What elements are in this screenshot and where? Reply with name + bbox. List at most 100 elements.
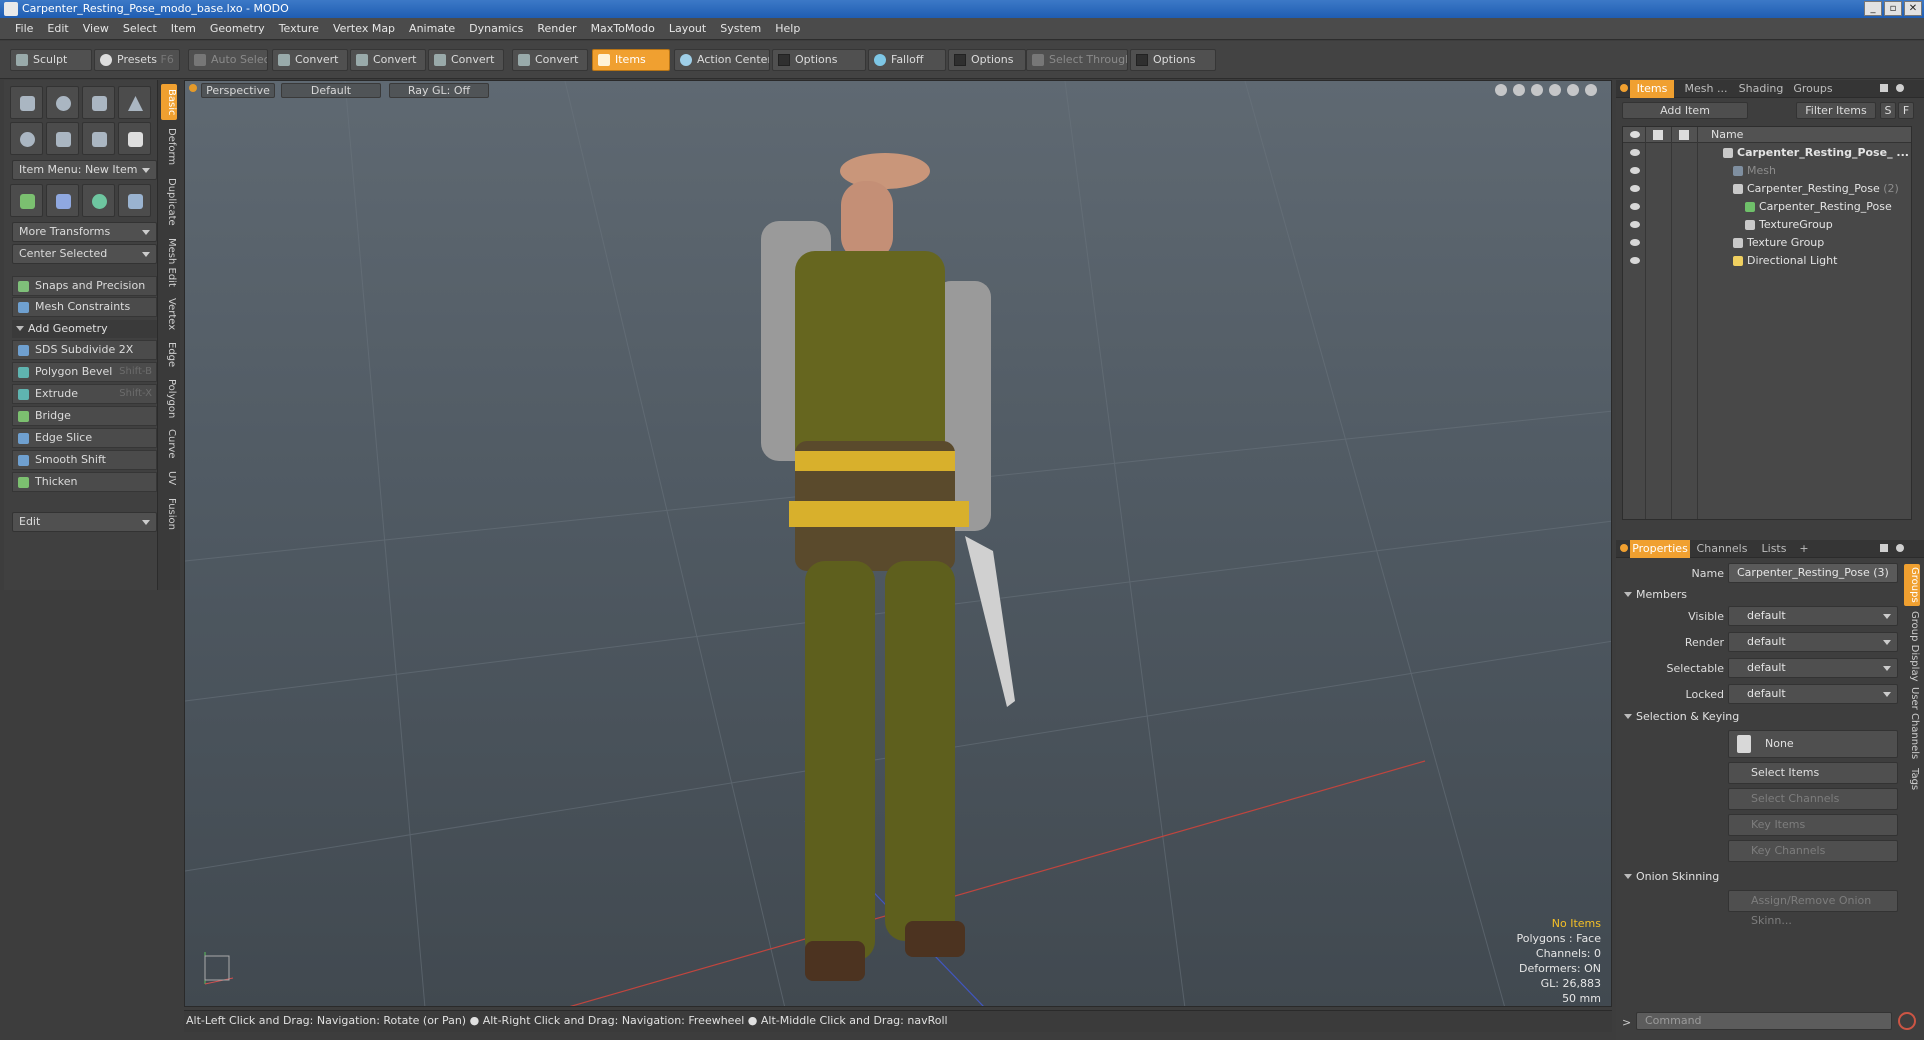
f-toggle-button[interactable]: F <box>1898 102 1914 119</box>
move-icon[interactable] <box>10 184 43 217</box>
select-through-button[interactable]: Select Through <box>1026 49 1128 71</box>
expand-icon[interactable] <box>1880 544 1888 552</box>
eye-icon[interactable] <box>1630 203 1640 210</box>
sds-subdivide-button[interactable]: SDS Subdivide 2X <box>12 340 157 360</box>
key-items-button[interactable]: Key Items <box>1728 814 1898 836</box>
sphere-icon[interactable] <box>46 86 79 119</box>
edge-slice-button[interactable]: Edge Slice <box>12 428 157 448</box>
add-item-button[interactable]: Add Item <box>1622 102 1748 119</box>
action-center-options-button[interactable]: Options <box>772 49 866 71</box>
tab-vertex[interactable]: Vertex <box>161 294 177 334</box>
polygon-bevel-button[interactable]: Polygon Bevel Shift-B <box>12 362 157 382</box>
scale-icon[interactable] <box>118 184 151 217</box>
menu-geometry[interactable]: Geometry <box>203 22 272 35</box>
carpenter-model[interactable] <box>761 153 1015 981</box>
tab-mesh-edit[interactable]: Mesh Edit <box>161 234 177 290</box>
viewport-menu-icon[interactable] <box>189 84 197 92</box>
convert-polygon-button[interactable]: Convert <box>428 49 504 71</box>
cone-icon[interactable] <box>118 86 151 119</box>
tab-groups-vertical[interactable]: Groups <box>1904 564 1920 606</box>
select-channels-button[interactable]: Select Channels <box>1728 788 1898 810</box>
selectable-select[interactable]: default <box>1728 658 1898 678</box>
item-row[interactable]: Carpenter_Resting_Pose <box>1623 198 1911 216</box>
menu-texture[interactable]: Texture <box>272 22 326 35</box>
extrude-button[interactable]: Extrude Shift-X <box>12 384 157 404</box>
orbit-icon[interactable] <box>1513 84 1525 96</box>
select-through-options-button[interactable]: Options <box>1130 49 1216 71</box>
name-field[interactable]: Carpenter_Resting_Pose (3) <box>1728 563 1898 583</box>
tab-polygon[interactable]: Polygon <box>161 376 177 422</box>
item-row[interactable]: Carpenter_Resting_Pose (2) <box>1623 180 1911 198</box>
command-input[interactable]: Command <box>1636 1012 1892 1030</box>
chevron-right-icon[interactable] <box>1585 84 1597 96</box>
falloff-button[interactable]: Falloff <box>868 49 946 71</box>
bridge-button[interactable]: Bridge <box>12 406 157 426</box>
gear-icon[interactable] <box>1896 84 1904 92</box>
none-button[interactable]: None <box>1728 730 1898 758</box>
tab-user-channels[interactable]: User Channels <box>1904 686 1920 760</box>
key-channels-button[interactable]: Key Channels <box>1728 840 1898 862</box>
thicken-button[interactable]: Thicken <box>12 472 157 492</box>
menu-edit[interactable]: Edit <box>40 22 75 35</box>
tab-shading[interactable]: Shading <box>1736 80 1786 98</box>
action-center-button[interactable]: Action Center <box>674 49 770 71</box>
menu-select[interactable]: Select <box>116 22 164 35</box>
assign-onion-button[interactable]: Assign/Remove Onion Skinn... <box>1728 890 1898 927</box>
grid-icon[interactable] <box>46 184 79 217</box>
tab-basic[interactable]: Basic <box>161 84 177 120</box>
eye-icon[interactable] <box>1630 221 1640 228</box>
item-row[interactable]: Mesh <box>1623 162 1911 180</box>
3d-viewport[interactable]: Perspective Default Ray GL: Off No Items… <box>184 80 1612 1007</box>
eye-icon[interactable] <box>1630 239 1640 246</box>
menu-layout[interactable]: Layout <box>662 22 713 35</box>
item-row[interactable]: Carpenter_Resting_Pose_ ... <box>1623 144 1911 162</box>
onion-skinning-section[interactable]: Onion Skinning <box>1624 870 1719 883</box>
panel-menu-icon[interactable] <box>1620 84 1628 92</box>
eye-icon[interactable] <box>1630 167 1640 174</box>
record-icon[interactable] <box>1898 1012 1916 1030</box>
snaps-precision-button[interactable]: Snaps and Precision <box>12 276 157 296</box>
item-row[interactable]: Directional Light <box>1623 252 1911 270</box>
s-toggle-button[interactable]: S <box>1880 102 1896 119</box>
menu-file[interactable]: File <box>8 22 40 35</box>
tab-channels[interactable]: Channels <box>1694 540 1750 558</box>
fit-icon[interactable] <box>1549 84 1561 96</box>
more-transforms-dropdown[interactable]: More Transforms <box>12 222 157 242</box>
eye-icon[interactable] <box>1630 149 1640 156</box>
lock-column-icon[interactable] <box>1653 130 1663 140</box>
tab-mesh[interactable]: Mesh ... <box>1678 80 1734 98</box>
tab-curve[interactable]: Curve <box>161 426 177 462</box>
filter-items-button[interactable]: Filter Items <box>1796 102 1876 119</box>
pen-icon[interactable] <box>82 122 115 155</box>
convert-item-button[interactable]: Convert <box>512 49 588 71</box>
sculpt-button[interactable]: Sculpt <box>10 49 92 71</box>
items-mode-button[interactable]: Items <box>592 49 670 71</box>
name-column-header[interactable]: Name <box>1711 128 1743 141</box>
select-items-button[interactable]: Select Items <box>1728 762 1898 784</box>
convert-edge-button[interactable]: Convert <box>350 49 426 71</box>
render-select[interactable]: default <box>1728 632 1898 652</box>
selection-keying-section[interactable]: Selection & Keying <box>1624 710 1739 723</box>
tab-tags[interactable]: Tags <box>1904 764 1920 794</box>
cube-icon[interactable] <box>10 86 43 119</box>
tab-add[interactable]: + <box>1796 540 1812 558</box>
tube-icon[interactable] <box>46 122 79 155</box>
expand-icon[interactable] <box>1880 84 1888 92</box>
gear-icon[interactable] <box>1896 544 1904 552</box>
tab-fusion[interactable]: Fusion <box>161 494 177 534</box>
visibility-column-icon[interactable] <box>1630 131 1640 138</box>
menu-view[interactable]: View <box>76 22 116 35</box>
members-section[interactable]: Members <box>1624 588 1687 601</box>
close-button[interactable]: ✕ <box>1904 1 1922 16</box>
tab-groups[interactable]: Groups <box>1788 80 1838 98</box>
item-menu-dropdown[interactable]: Item Menu: New Item <box>12 160 157 180</box>
menu-vertex-map[interactable]: Vertex Map <box>326 22 402 35</box>
menu-system[interactable]: System <box>713 22 768 35</box>
menu-render[interactable]: Render <box>530 22 583 35</box>
tab-duplicate[interactable]: Duplicate <box>161 174 177 230</box>
minimize-button[interactable]: _ <box>1864 1 1882 16</box>
tab-items[interactable]: Items <box>1630 80 1674 98</box>
tab-edge[interactable]: Edge <box>161 338 177 372</box>
tab-deform[interactable]: Deform <box>161 124 177 170</box>
rotate-icon[interactable] <box>82 184 115 217</box>
